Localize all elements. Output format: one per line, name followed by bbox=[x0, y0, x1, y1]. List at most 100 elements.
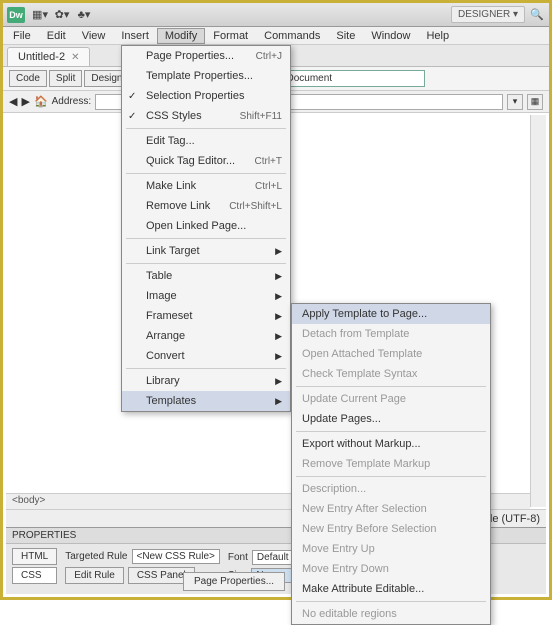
menu-item-label: CSS Styles bbox=[146, 110, 202, 122]
menu-separator bbox=[296, 476, 486, 477]
menu-item-label: Edit Tag... bbox=[146, 135, 195, 147]
menu-item: Link Target ▶ bbox=[122, 241, 290, 261]
layout-icon[interactable]: ▦▾ bbox=[33, 8, 47, 22]
close-icon[interactable]: ✕ bbox=[71, 52, 79, 63]
menu-item-label: Make Link bbox=[146, 180, 196, 192]
menu-item[interactable]: Library▶ bbox=[122, 371, 290, 391]
menu-item[interactable]: Frameset ▶ bbox=[122, 306, 290, 326]
menu-separator bbox=[296, 601, 486, 602]
submenu-arrow-icon: ▶ bbox=[275, 351, 282, 362]
menu-separator bbox=[296, 431, 486, 432]
menu-item-label: Templates bbox=[146, 395, 196, 407]
gear-icon[interactable]: ✿▾ bbox=[55, 8, 69, 22]
menu-separator bbox=[296, 386, 486, 387]
modify-menu-dropdown: Page Properties... Ctrl+J Template Propert… bbox=[121, 45, 291, 412]
tag-selector[interactable]: <body> bbox=[6, 493, 51, 508]
menu-file[interactable]: File bbox=[5, 28, 39, 44]
menu-item: Open Linked Page... bbox=[122, 216, 290, 236]
submenu-item: Description... bbox=[292, 479, 490, 499]
menu-item[interactable]: Table ▶ bbox=[122, 266, 290, 286]
menu-item-label: Arrange bbox=[146, 330, 185, 342]
menu-edit[interactable]: Edit bbox=[39, 28, 74, 44]
menu-item[interactable]: Make Link Ctrl+L bbox=[122, 176, 290, 196]
menu-separator bbox=[126, 368, 286, 369]
menu-separator bbox=[126, 173, 286, 174]
extension-icon[interactable]: ♣▾ bbox=[77, 8, 91, 22]
edit-rule-button[interactable]: Edit Rule bbox=[65, 567, 124, 584]
menu-bar: File Edit View Insert Modify Format Comm… bbox=[3, 27, 549, 45]
search-icon[interactable]: 🔍 bbox=[529, 7, 545, 23]
menu-window[interactable]: Window bbox=[363, 28, 418, 44]
targeted-rule-select[interactable]: <New CSS Rule> bbox=[132, 549, 220, 564]
nav-fwd-icon[interactable]: ▶ bbox=[21, 95, 29, 108]
workspace-switcher[interactable]: DESIGNER ▾ bbox=[451, 6, 525, 23]
menu-item: Remove Link Ctrl+Shift+L bbox=[122, 196, 290, 216]
submenu-item[interactable]: Make Attribute Editable... bbox=[292, 579, 490, 599]
submenu-arrow-icon: ▶ bbox=[275, 311, 282, 322]
menu-separator bbox=[126, 128, 286, 129]
menu-item[interactable]: Edit Tag... bbox=[122, 131, 290, 151]
menu-site[interactable]: Site bbox=[328, 28, 363, 44]
address-dropdown-icon[interactable]: ▾ bbox=[507, 94, 523, 110]
submenu-item: Move Entry Down bbox=[292, 559, 490, 579]
submenu-item[interactable]: Export without Markup... bbox=[292, 434, 490, 454]
menu-item-label: Convert bbox=[146, 350, 185, 362]
submenu-item: No editable regions bbox=[292, 604, 490, 624]
menu-insert[interactable]: Insert bbox=[113, 28, 157, 44]
page-properties-button[interactable]: Page Properties... bbox=[183, 572, 285, 591]
menu-modify[interactable]: Modify bbox=[157, 28, 205, 44]
view-code-button[interactable]: Code bbox=[9, 70, 47, 87]
submenu-arrow-icon: ▶ bbox=[275, 246, 282, 257]
app-logo: Dw bbox=[7, 7, 25, 23]
nav-back-icon[interactable]: ◀ bbox=[9, 95, 17, 108]
menu-item-label: Page Properties... bbox=[146, 50, 234, 62]
menu-shortcut: Ctrl+J bbox=[256, 51, 282, 62]
submenu-item[interactable]: Apply Template to Page... bbox=[292, 304, 490, 324]
submenu-arrow-icon: ▶ bbox=[275, 291, 282, 302]
submenu-item: Update Current Page bbox=[292, 389, 490, 409]
menu-item-label: Remove Link bbox=[146, 200, 210, 212]
menu-item-label: Open Linked Page... bbox=[146, 220, 246, 232]
menu-separator bbox=[126, 263, 286, 264]
menu-shortcut: Ctrl+Shift+L bbox=[229, 201, 282, 212]
submenu-item: New Entry After Selection bbox=[292, 499, 490, 519]
submenu-arrow-icon: ▶ bbox=[275, 331, 282, 342]
menu-shortcut: Ctrl+L bbox=[255, 181, 282, 192]
font-label: Font bbox=[228, 552, 248, 563]
menu-item[interactable]: Image▶ bbox=[122, 286, 290, 306]
menu-item-label: Table bbox=[146, 270, 172, 282]
menu-item[interactable]: ✓CSS StylesShift+F11 bbox=[122, 106, 290, 126]
submenu-item: New Entry Before Selection bbox=[292, 519, 490, 539]
submenu-item: Check Template Syntax bbox=[292, 364, 490, 384]
menu-item-label: Frameset bbox=[146, 310, 192, 322]
menu-help[interactable]: Help bbox=[418, 28, 457, 44]
title-bar: Dw ▦▾ ✿▾ ♣▾ DESIGNER ▾ 🔍 bbox=[3, 3, 549, 27]
tab-css[interactable]: CSS bbox=[12, 567, 57, 584]
menu-view[interactable]: View bbox=[74, 28, 114, 44]
menu-shortcut: Ctrl+T bbox=[255, 156, 283, 167]
submenu-arrow-icon: ▶ bbox=[275, 271, 282, 282]
submenu-item: Remove Template Markup bbox=[292, 454, 490, 474]
menu-item[interactable]: ✓Selection Properties bbox=[122, 86, 290, 106]
tab-html[interactable]: HTML bbox=[12, 548, 57, 565]
menu-item-label: Link Target bbox=[146, 245, 200, 257]
vertical-scrollbar[interactable] bbox=[530, 115, 546, 507]
targeted-rule-label: Targeted Rule bbox=[65, 551, 127, 562]
menu-item[interactable]: Convert ▶ bbox=[122, 346, 290, 366]
address-go-icon[interactable]: ▦ bbox=[527, 94, 543, 110]
view-split-button[interactable]: Split bbox=[49, 70, 82, 87]
document-tab[interactable]: Untitled-2 ✕ bbox=[7, 47, 90, 66]
menu-item-label: Selection Properties bbox=[146, 90, 244, 102]
menu-item: Template Properties... bbox=[122, 66, 290, 86]
templates-submenu: Apply Template to Page...Detach from Tem… bbox=[291, 303, 491, 625]
submenu-arrow-icon: ▶ bbox=[275, 376, 282, 387]
menu-item[interactable]: Page Properties... Ctrl+J bbox=[122, 46, 290, 66]
menu-item[interactable]: Templates▶ bbox=[122, 391, 290, 411]
menu-item[interactable]: Quick Tag Editor... Ctrl+T bbox=[122, 151, 290, 171]
menu-format[interactable]: Format bbox=[205, 28, 256, 44]
home-icon[interactable]: 🏠 bbox=[34, 95, 48, 108]
menu-commands[interactable]: Commands bbox=[256, 28, 328, 44]
menu-item-label: Quick Tag Editor... bbox=[146, 155, 235, 167]
submenu-item[interactable]: Update Pages... bbox=[292, 409, 490, 429]
menu-item[interactable]: Arrange ▶ bbox=[122, 326, 290, 346]
